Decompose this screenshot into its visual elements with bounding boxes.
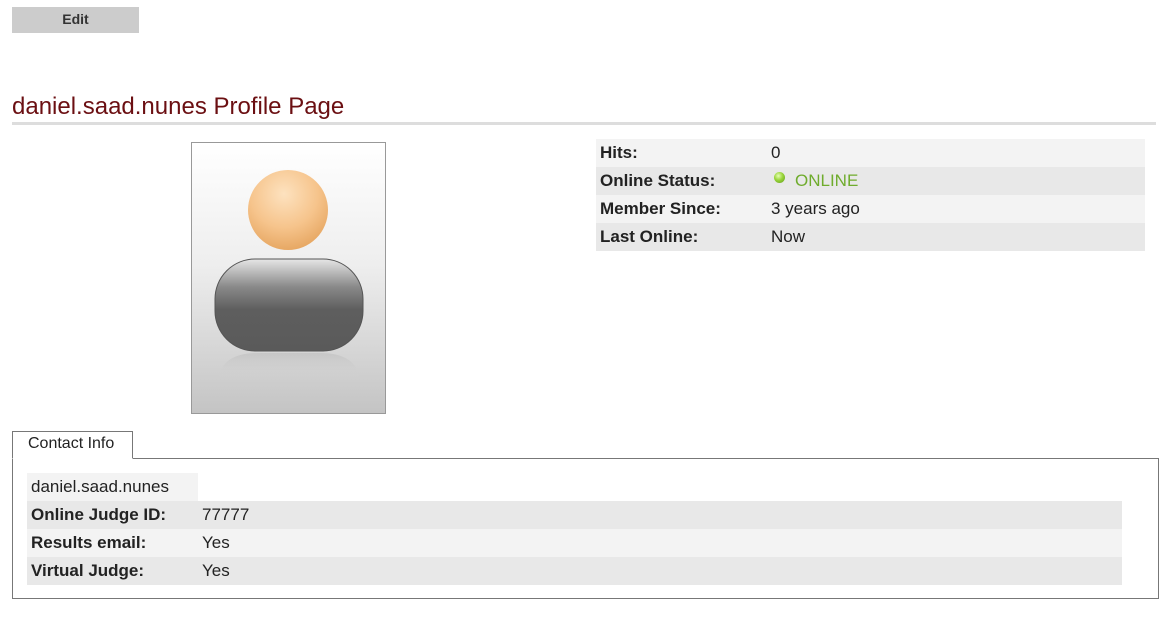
info-value: 0 — [771, 143, 781, 162]
edit-button[interactable]: Edit — [12, 7, 139, 33]
page-title: daniel.saad.nunes Profile Page — [12, 93, 1156, 125]
info-row-last-online: Last Online: Now — [596, 223, 1145, 251]
contact-row-results-email: Results email: Yes — [27, 529, 1122, 557]
info-row-member-since: Member Since: 3 years ago — [596, 195, 1145, 223]
contact-value: 77777 — [202, 505, 250, 524]
avatar — [191, 142, 386, 414]
info-label: Member Since: — [600, 199, 721, 218]
contact-value: Yes — [202, 561, 230, 580]
contact-info-table: Online Judge ID: 77777 Results email: Ye… — [27, 501, 1122, 585]
online-status-value: ONLINE — [767, 167, 1145, 195]
tab-contact-info[interactable]: Contact Info — [12, 431, 133, 459]
contact-info-panel: daniel.saad.nunes Online Judge ID: 77777… — [12, 458, 1159, 599]
online-indicator-icon — [774, 172, 785, 183]
info-label: Hits: — [600, 143, 638, 162]
user-silhouette-icon — [214, 170, 364, 379]
contact-label: Results email: — [31, 533, 147, 552]
info-value: Now — [771, 227, 806, 246]
contact-value: Yes — [202, 533, 230, 552]
status-text: ONLINE — [795, 171, 859, 190]
contact-label: Online Judge ID: — [31, 505, 167, 524]
info-row-online-status: Online Status: ONLINE — [596, 167, 1145, 195]
contact-row-virtual-judge: Virtual Judge: Yes — [27, 557, 1122, 585]
info-label: Last Online: — [600, 227, 699, 246]
contact-row-judge-id: Online Judge ID: 77777 — [27, 501, 1122, 529]
info-label: Online Status: — [600, 171, 716, 190]
info-value: 3 years ago — [771, 199, 860, 218]
info-row-hits: Hits: 0 — [596, 139, 1145, 167]
profile-info-table: Hits: 0 Online Status: ONLINE Member Sin… — [596, 139, 1145, 251]
contact-username: daniel.saad.nunes — [27, 473, 198, 501]
contact-label: Virtual Judge: — [31, 561, 145, 580]
